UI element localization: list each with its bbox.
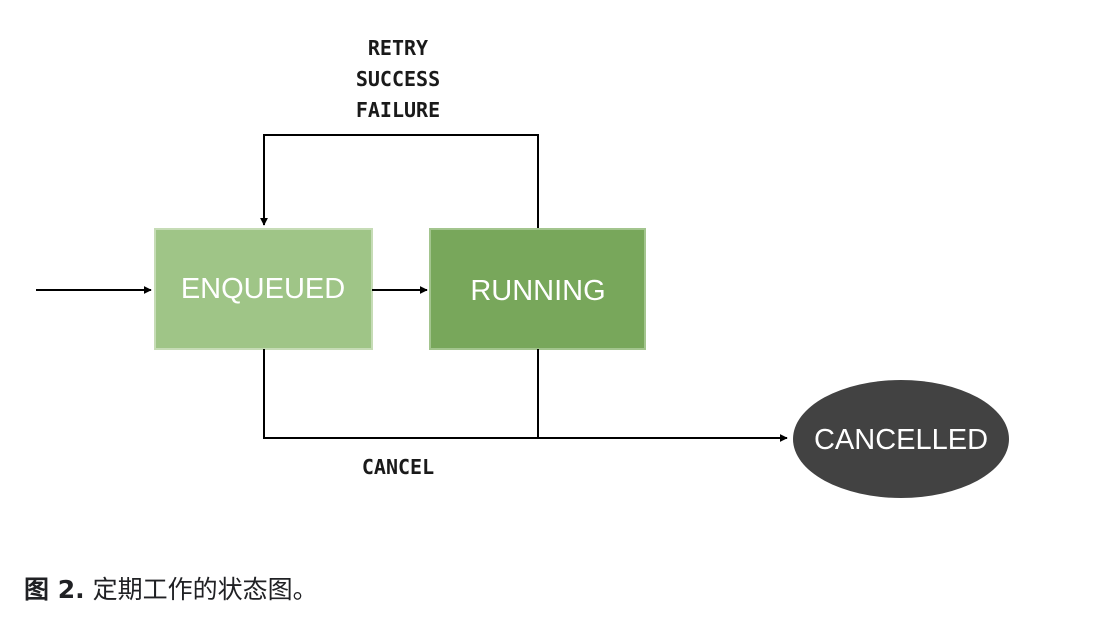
- state-diagram: RETRY SUCCESS FAILURE ENQUEUED RUNNING C…: [36, 36, 1009, 498]
- enqueued-label: ENQUEUED: [181, 273, 345, 305]
- figure-caption: 图 2. 定期工作的状态图。: [24, 570, 318, 606]
- enqueued-cancel-line: [263, 349, 538, 439]
- running-cancel-arrow: [537, 349, 788, 442]
- cancelled-label: CANCELLED: [814, 424, 988, 456]
- figure-number: 图 2.: [24, 575, 85, 604]
- loop-arrow: [260, 134, 539, 229]
- running-label: RUNNING: [470, 275, 605, 307]
- retry-label: RETRY: [368, 36, 428, 60]
- cancel-label: CANCEL: [362, 455, 434, 479]
- caption-text: 定期工作的状态图。: [92, 575, 318, 604]
- failure-label: FAILURE: [356, 98, 440, 122]
- success-label: SUCCESS: [356, 67, 440, 91]
